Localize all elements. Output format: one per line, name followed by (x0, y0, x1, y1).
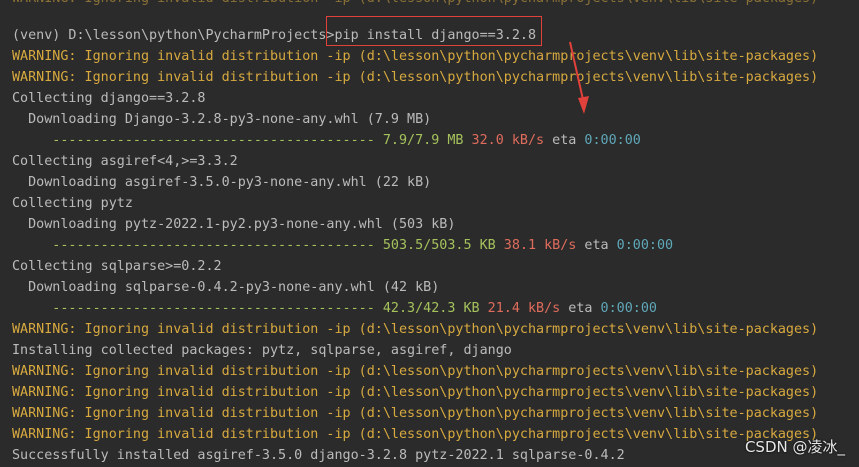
eta-label: eta (568, 301, 593, 316)
progress-size: 42.3/42.3 KB (382, 301, 480, 316)
command-highlight-box (326, 16, 542, 46)
downloading-line: Downloading pytz-2022.1-py2.py3-none-any… (12, 217, 456, 232)
progress-rate: 38.1 kB/s (503, 238, 577, 253)
terminal-output[interactable]: WARNING: Ignoring invalid distribution -… (0, 0, 859, 467)
progress-bar: ---------------------------------------- (12, 238, 375, 253)
annotation-arrow-icon (569, 41, 589, 114)
downloading-line: Downloading asgiref-3.5.0-py3-none-any.w… (12, 175, 432, 190)
warning-line: WARNING: Ignoring invalid distribution -… (12, 427, 819, 442)
eta-value: 0:00:00 (584, 133, 641, 148)
collecting-line: Collecting django==3.2.8 (12, 91, 206, 106)
eta-value: 0:00:00 (616, 238, 674, 253)
progress-rate: 21.4 kB/s (487, 301, 561, 316)
downloading-line: Downloading Django-3.2.8-py3-none-any.wh… (12, 112, 432, 127)
warning-line: WARNING: Ignoring invalid distribution -… (12, 364, 819, 379)
collecting-line: Collecting sqlparse>=0.2.2 (12, 259, 222, 274)
collecting-line: Collecting pytz (12, 196, 133, 211)
collecting-line: Collecting asgiref<4,>=3.3.2 (12, 154, 238, 169)
progress-line: ----------------------------------------… (12, 130, 641, 151)
warning-line: WARNING: Ignoring invalid distribution -… (12, 49, 819, 64)
progress-line: ----------------------------------------… (12, 298, 657, 319)
success-line: Successfully installed asgiref-3.5.0 dja… (12, 448, 625, 463)
progress-size: 503.5/503.5 KB (382, 238, 496, 253)
progress-rate: 32.0 kB/s (471, 133, 545, 148)
prompt-text: (venv) D:\lesson\python\PycharmProjects> (12, 28, 335, 43)
downloading-line: Downloading sqlparse-0.4.2-py3-none-any.… (12, 280, 440, 295)
warning-line: WARNING: Ignoring invalid distribution -… (12, 406, 819, 421)
progress-bar: ---------------------------------------- (12, 301, 375, 316)
progress-size: 7.9/7.9 MB (382, 133, 464, 148)
warning-line: WARNING: Ignoring invalid distribution -… (12, 70, 819, 85)
warning-line: WARNING: Ignoring invalid distribution -… (12, 322, 819, 337)
progress-bar: ---------------------------------------- (12, 133, 375, 148)
eta-label: eta (552, 133, 577, 148)
eta-value: 0:00:00 (600, 301, 657, 316)
installing-line: Installing collected packages: pytz, sql… (12, 343, 512, 358)
csdn-watermark: CSDN @凌冰_ (744, 438, 845, 456)
progress-line: ----------------------------------------… (12, 235, 673, 256)
warning-line-partial: WARNING: Ignoring invalid distribution -… (12, 0, 818, 9)
eta-label: eta (584, 238, 609, 253)
warning-line: WARNING: Ignoring invalid distribution -… (12, 385, 819, 400)
